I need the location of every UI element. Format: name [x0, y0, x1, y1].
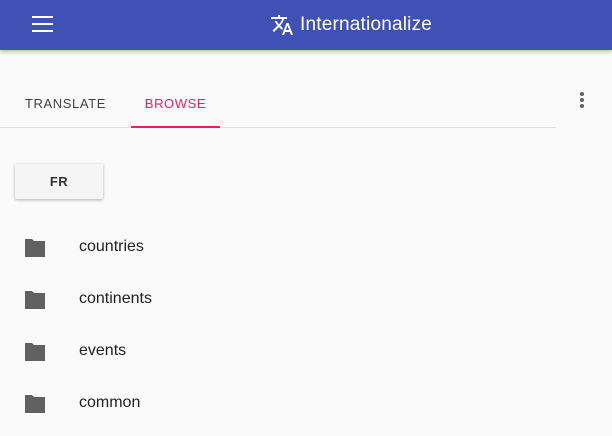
more-vert-icon-dot-3	[580, 104, 584, 108]
more-vert-icon	[580, 92, 584, 96]
app-title: Internationalize	[300, 14, 433, 35]
folder-name: common	[79, 394, 141, 411]
list-item[interactable]: continents	[0, 274, 556, 326]
tab-browse[interactable]: BROWSE	[131, 80, 220, 128]
folder-list: countries continents events common	[0, 222, 556, 430]
folder-icon	[25, 239, 45, 257]
tab-translate[interactable]: TRANSLATE	[0, 80, 131, 127]
folder-icon	[25, 291, 45, 309]
translate-icon	[271, 15, 293, 35]
more-vert-icon-dot-2	[580, 98, 584, 102]
folder-icon	[25, 395, 45, 413]
language-button[interactable]: FR	[15, 164, 103, 199]
app-bar: Internationalize	[0, 0, 612, 50]
more-options-button[interactable]	[570, 86, 594, 114]
folder-name: countries	[79, 238, 144, 255]
menu-button[interactable]	[27, 11, 59, 37]
list-item[interactable]: events	[0, 326, 556, 378]
list-item[interactable]: countries	[0, 222, 556, 274]
menu-icon	[32, 16, 53, 32]
folder-icon	[25, 343, 45, 361]
folder-name: continents	[79, 290, 152, 307]
app-title-group: Internationalize	[270, 11, 432, 39]
folder-name: events	[79, 342, 127, 359]
list-item[interactable]: common	[0, 378, 556, 430]
tab-bar: TRANSLATE BROWSE	[0, 80, 556, 128]
